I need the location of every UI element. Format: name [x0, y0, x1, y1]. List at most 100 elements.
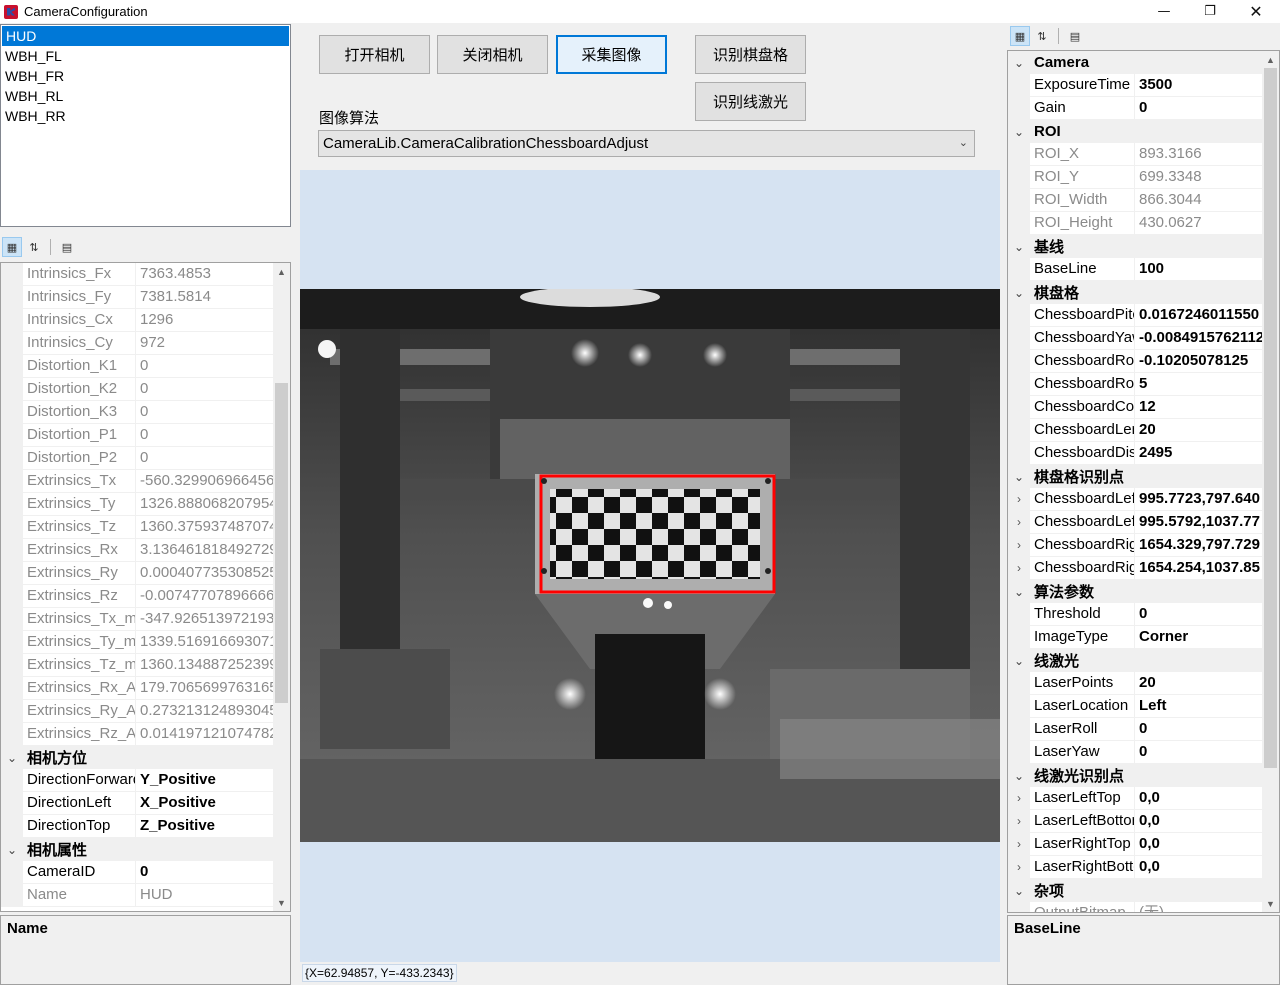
property-value[interactable]: Left — [1135, 695, 1279, 717]
close-icon[interactable]: ✕ — [1233, 0, 1279, 23]
property-value[interactable]: 1654.329,797.729 — [1135, 534, 1279, 556]
property-value[interactable]: Corner — [1135, 626, 1279, 648]
sort-alpha-icon[interactable]: ⇅ — [1032, 26, 1052, 46]
algorithm-select[interactable]: CameraLib.CameraCalibrationChessboardAdj… — [318, 130, 975, 157]
expand-chevron-icon[interactable]: › — [1008, 856, 1030, 878]
property-row[interactable]: Name HUD — [1, 884, 290, 907]
property-category[interactable]: ⌄ 线激光 — [1008, 649, 1279, 672]
property-row[interactable]: ROI_Y 699.3348 — [1008, 166, 1279, 189]
property-pages-icon[interactable]: ▤ — [1065, 26, 1085, 46]
property-value[interactable]: 0.0141971210747825 — [136, 723, 290, 745]
property-row[interactable]: Extrinsics_Rz -0.007477078966669 — [1, 585, 290, 608]
property-row[interactable]: Extrinsics_Tz_m 1360.134887252399 — [1, 654, 290, 677]
property-category[interactable]: ⌄ 算法参数 — [1008, 580, 1279, 603]
property-value[interactable]: 1654.254,1037.85 — [1135, 557, 1279, 579]
property-row[interactable]: ›ChessboardRightTop1654.329,797.729 — [1008, 534, 1279, 557]
property-value[interactable]: 893.3166 — [1135, 143, 1279, 165]
property-row[interactable]: BaseLine 100 — [1008, 258, 1279, 281]
property-value[interactable]: 0,0 — [1135, 810, 1279, 832]
property-value[interactable]: 3500 — [1135, 74, 1279, 96]
property-category[interactable]: ⌄ ROI — [1008, 120, 1279, 143]
collapse-chevron-icon[interactable]: ⌄ — [1008, 56, 1030, 70]
property-value[interactable]: Z_Positive — [136, 815, 290, 837]
sort-alpha-icon[interactable]: ⇅ — [24, 237, 44, 257]
property-value[interactable]: 0.0004077353085252 — [136, 562, 290, 584]
property-pages-icon[interactable]: ▤ — [57, 237, 77, 257]
open-camera-button[interactable]: 打开相机 — [319, 35, 430, 74]
property-value[interactable]: 430.0627 — [1135, 212, 1279, 234]
property-value[interactable]: 0,0 — [1135, 787, 1279, 809]
right-grid-scrollbar[interactable]: ▲ ▼ — [1262, 51, 1279, 912]
property-row[interactable]: ExposureTime 3500 — [1008, 74, 1279, 97]
close-camera-button[interactable]: 关闭相机 — [437, 35, 548, 74]
property-value[interactable]: 20 — [1135, 672, 1279, 694]
collapse-chevron-icon[interactable]: ⌄ — [1, 843, 23, 857]
property-value[interactable]: 1339.516916693071 — [136, 631, 290, 653]
expand-chevron-icon[interactable]: › — [1008, 833, 1030, 855]
detect-laser-button[interactable]: 识别线激光 — [695, 82, 806, 121]
property-value[interactable]: 179.7065699763165 — [136, 677, 290, 699]
property-row[interactable]: ChessboardCols 12 — [1008, 396, 1279, 419]
scroll-up-icon[interactable]: ▲ — [273, 263, 290, 280]
property-row[interactable]: ChessboardLength20 — [1008, 419, 1279, 442]
property-row[interactable]: Distortion_K3 0 — [1, 401, 290, 424]
property-value[interactable]: 0 — [136, 355, 290, 377]
property-row[interactable]: Intrinsics_Cy 972 — [1, 332, 290, 355]
property-row[interactable]: Extrinsics_Ty 1326.888068207954 — [1, 493, 290, 516]
property-value[interactable]: -560.3299069664564 — [136, 470, 290, 492]
expand-chevron-icon[interactable]: › — [1008, 511, 1030, 533]
property-value[interactable]: 0,0 — [1135, 856, 1279, 878]
property-value[interactable]: -0.007477078966669 — [136, 585, 290, 607]
camera-list[interactable]: HUD WBH_FL WBH_FR WBH_RL WBH_RR — [0, 24, 291, 227]
property-row[interactable]: Intrinsics_Fx 7363.4853 — [1, 263, 290, 286]
property-row[interactable]: LaserRoll 0 — [1008, 718, 1279, 741]
property-row[interactable]: LaserPoints 20 — [1008, 672, 1279, 695]
property-row[interactable]: › LaserLeftBottom 0,0 — [1008, 810, 1279, 833]
scroll-thumb[interactable] — [1264, 68, 1277, 768]
property-row[interactable]: ›ChessboardLeftBottom995.5792,1037.77 — [1008, 511, 1279, 534]
scroll-down-icon[interactable]: ▼ — [1262, 895, 1279, 912]
camera-image[interactable] — [300, 289, 1000, 842]
property-value[interactable]: 0 — [1135, 97, 1279, 119]
property-row[interactable]: ChessboardRows5 — [1008, 373, 1279, 396]
property-row[interactable]: ChessboardDistance2495 — [1008, 442, 1279, 465]
property-value[interactable]: 0 — [136, 378, 290, 400]
property-value[interactable]: 3.1364618184927298 — [136, 539, 290, 561]
property-value[interactable]: -0.10205078125 — [1135, 350, 1279, 372]
property-row[interactable]: Distortion_K2 0 — [1, 378, 290, 401]
property-value[interactable]: 995.7723,797.640 — [1135, 488, 1279, 510]
property-row[interactable]: LaserYaw 0 — [1008, 741, 1279, 764]
property-value[interactable]: HUD — [136, 884, 290, 906]
property-row[interactable]: Extrinsics_Tz 1360.375937487074 — [1, 516, 290, 539]
property-category[interactable]: ⌄ 棋盘格识别点 — [1008, 465, 1279, 488]
property-row[interactable]: › LaserRightTop 0,0 — [1008, 833, 1279, 856]
property-value[interactable]: 699.3348 — [1135, 166, 1279, 188]
camera-list-item[interactable]: WBH_FL — [1, 46, 290, 66]
expand-chevron-icon[interactable]: › — [1008, 557, 1030, 579]
property-row[interactable]: Extrinsics_Rx_A 179.7065699763165 — [1, 677, 290, 700]
property-value[interactable]: 100 — [1135, 258, 1279, 280]
property-value[interactable]: 0 — [1135, 718, 1279, 740]
property-row[interactable]: Distortion_P1 0 — [1, 424, 290, 447]
property-row[interactable]: ROI_Height 430.0627 — [1008, 212, 1279, 235]
property-value[interactable]: 995.5792,1037.77 — [1135, 511, 1279, 533]
property-value[interactable]: 1360.134887252399 — [136, 654, 290, 676]
property-row[interactable]: Extrinsics_Ry_A 0.2732131248930459 — [1, 700, 290, 723]
property-row[interactable]: Intrinsics_Cx 1296 — [1, 309, 290, 332]
property-value[interactable]: 1326.888068207954 — [136, 493, 290, 515]
property-value[interactable]: 20 — [1135, 419, 1279, 441]
property-value[interactable]: -0.00849157621121 — [1135, 327, 1279, 349]
expand-chevron-icon[interactable]: › — [1008, 810, 1030, 832]
collapse-chevron-icon[interactable]: ⌄ — [1008, 884, 1030, 898]
property-row[interactable]: ›LaserRightBottom0,0 — [1008, 856, 1279, 879]
collapse-chevron-icon[interactable]: ⌄ — [1008, 654, 1030, 668]
expand-chevron-icon[interactable]: › — [1008, 787, 1030, 809]
property-value[interactable]: 0 — [136, 447, 290, 469]
scroll-up-icon[interactable]: ▲ — [1262, 51, 1279, 68]
expand-chevron-icon[interactable]: › — [1008, 534, 1030, 556]
property-row[interactable]: Extrinsics_Ry 0.0004077353085252 — [1, 562, 290, 585]
property-row[interactable]: ROI_Width 866.3044 — [1008, 189, 1279, 212]
right-property-grid[interactable]: ⌄ Camera ExposureTime 3500 Gain 0 ⌄ ROI ROI_X 893… — [1007, 50, 1280, 913]
left-property-grid[interactable]: Intrinsics_Fx 7363.4853 Intrinsics_Fy 7381.… — [0, 262, 291, 912]
property-value[interactable]: 7363.4853 — [136, 263, 290, 285]
